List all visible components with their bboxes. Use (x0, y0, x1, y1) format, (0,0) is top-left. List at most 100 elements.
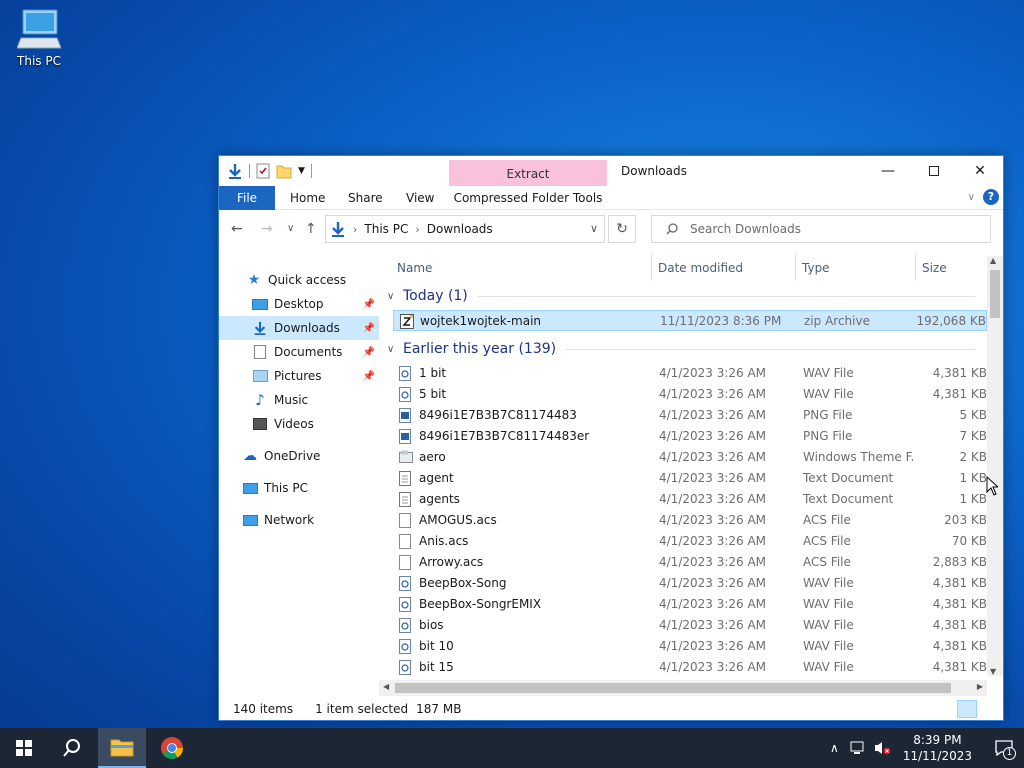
file-row[interactable]: AMOGUS.acs 4/1/2023 3:26 AM ACS File 203 KB (393, 510, 987, 531)
back-arrow-icon[interactable]: ← (231, 221, 243, 237)
file-row[interactable]: Anis.acs 4/1/2023 3:26 AM ACS File 70 KB (393, 531, 987, 552)
nav-music[interactable]: ♪ Music (219, 388, 379, 412)
file-date-modified: 4/1/2023 3:26 AM (659, 534, 767, 548)
start-button[interactable] (0, 728, 48, 768)
group-header-today[interactable]: ∨ Today (1) (385, 285, 975, 307)
scroll-thumb[interactable] (990, 270, 1000, 318)
music-note-icon: ♪ (255, 391, 265, 409)
nav-downloads[interactable]: Downloads 📌 (219, 316, 379, 340)
expand-ribbon-icon[interactable]: ∨ (968, 192, 975, 203)
file-row[interactable]: Arrowy.acs 4/1/2023 3:26 AM ACS File 2,883 … (393, 552, 987, 573)
file-size: 4,381 KB (932, 597, 987, 611)
tab-share[interactable]: Share (348, 186, 383, 210)
vertical-scrollbar[interactable]: ▲ ▼ (987, 256, 1003, 676)
collapse-chevron-icon[interactable]: ∨ (387, 291, 403, 302)
extract-context-tab[interactable]: Extract (449, 160, 607, 186)
file-date-modified: 4/1/2023 3:26 AM (659, 492, 767, 506)
scroll-up-icon[interactable]: ▲ (990, 256, 996, 265)
file-type: WAV File (803, 639, 854, 653)
forward-arrow-icon[interactable]: → (261, 221, 273, 237)
file-row[interactable]: 8496i1E7B3B7C81174483 4/1/2023 3:26 AM PNG… (393, 405, 987, 426)
nav-this-pc[interactable]: This PC (219, 476, 379, 500)
file-row[interactable]: wojtek1wojtek-main 11/11/2023 8:36 PM zip … (393, 310, 987, 331)
taskbar-file-explorer[interactable] (98, 728, 146, 768)
file-size: 4,381 KB (932, 660, 987, 674)
group-header-earlier-this-year[interactable]: ∨ Earlier this year (139) (385, 338, 975, 360)
nav-documents[interactable]: Documents 📌 (219, 340, 379, 364)
tab-file[interactable]: File (219, 186, 275, 210)
pin-icon[interactable]: 📌 (363, 371, 375, 382)
breadcrumb-chevron-icon[interactable]: › (353, 223, 357, 236)
pin-icon[interactable]: 📌 (363, 323, 375, 334)
file-date-modified: 4/1/2023 3:26 AM (659, 597, 767, 611)
tab-view[interactable]: View (406, 186, 434, 210)
pin-icon[interactable]: 📌 (363, 347, 375, 358)
nav-pictures[interactable]: Pictures 📌 (219, 364, 379, 388)
network-icon[interactable] (849, 740, 867, 756)
file-type: WAV File (803, 366, 854, 380)
notifications-button[interactable]: 1 (984, 728, 1024, 768)
column-header-size[interactable]: Size (922, 255, 947, 281)
breadcrumb-this-pc[interactable]: This PC (364, 222, 408, 236)
file-row[interactable]: BeepBox-Song 4/1/2023 3:26 AM WAV File 4,38… (393, 573, 987, 594)
taskbar-chrome[interactable] (148, 728, 196, 768)
scroll-thumb[interactable] (395, 683, 951, 693)
address-bar[interactable]: › This PC › Downloads ∨ (325, 215, 605, 243)
scroll-down-icon[interactable]: ▼ (990, 667, 996, 676)
nav-desktop[interactable]: Desktop 📌 (219, 292, 379, 316)
file-row[interactable]: bios 4/1/2023 3:26 AM WAV File 4,381 KB (393, 615, 987, 636)
clock[interactable]: 8:39 PM 11/11/2023 (903, 732, 972, 764)
file-row[interactable]: bit 15 4/1/2023 3:26 AM WAV File 4,381 KB (393, 657, 987, 678)
file-row[interactable]: bit 10 4/1/2023 3:26 AM WAV File 4,381 KB (393, 636, 987, 657)
file-size: 1 KB (959, 471, 987, 485)
horizontal-scrollbar[interactable]: ◀ ▶ (379, 680, 987, 696)
file-row[interactable]: 8496i1E7B3B7C81174483er 4/1/2023 3:26 AM P… (393, 426, 987, 447)
file-row[interactable]: BeepBox-SongrEMIX 4/1/2023 3:26 AM WAV Fil… (393, 594, 987, 615)
refresh-button[interactable]: ↻ (608, 215, 636, 243)
nav-network[interactable]: Network (219, 508, 379, 532)
column-header-name[interactable]: Name (397, 255, 432, 281)
taskbar: ∧ 8:39 PM 11/11/2023 1 (0, 728, 1024, 768)
column-header-date-modified[interactable]: Date modified (658, 255, 743, 281)
large-icons-view-button[interactable] (979, 700, 999, 718)
text-file-icon (399, 492, 411, 510)
nav-videos[interactable]: Videos (219, 412, 379, 436)
collapse-chevron-icon[interactable]: ∨ (387, 344, 403, 355)
search-button[interactable] (48, 728, 96, 768)
scroll-left-icon[interactable]: ◀ (383, 682, 389, 691)
close-button[interactable]: ✕ (957, 156, 1003, 186)
new-folder-icon[interactable] (276, 163, 292, 179)
file-row[interactable]: 1 bit 4/1/2023 3:26 AM WAV File 4,381 KB (393, 363, 987, 384)
file-size: 4,381 KB (932, 639, 987, 653)
qat-dropdown-icon[interactable]: ▼ (298, 166, 305, 176)
file-row[interactable]: aero 4/1/2023 3:26 AM Windows Theme F... 2 … (393, 447, 987, 468)
address-dropdown-icon[interactable]: ∨ (590, 222, 598, 235)
details-view-button[interactable] (957, 700, 977, 718)
minimize-button[interactable]: — (865, 156, 911, 186)
help-icon[interactable]: ? (983, 189, 999, 205)
windows-logo-icon (16, 740, 32, 756)
pin-icon[interactable]: 📌 (363, 299, 375, 310)
volume-muted-icon[interactable] (873, 740, 891, 756)
file-row[interactable]: agent 4/1/2023 3:26 AM Text Document 1 KB (393, 468, 987, 489)
file-row[interactable]: agents 4/1/2023 3:26 AM Text Document 1 KB (393, 489, 987, 510)
nav-quick-access[interactable]: ★ Quick access (219, 268, 379, 292)
breadcrumb-downloads[interactable]: Downloads (427, 222, 493, 236)
file-size: 1 KB (959, 492, 987, 506)
file-row[interactable]: 5 bit 4/1/2023 3:26 AM WAV File 4,381 KB (393, 384, 987, 405)
column-header-type[interactable]: Type (802, 255, 830, 281)
download-arrow-icon[interactable] (227, 163, 243, 179)
maximize-button[interactable] (911, 156, 957, 186)
up-arrow-icon[interactable]: ↑ (305, 221, 317, 237)
recent-locations-icon[interactable]: ∨ (287, 223, 294, 234)
search-input[interactable]: Search Downloads (651, 215, 991, 243)
show-hidden-icons-chevron-icon[interactable]: ∧ (830, 741, 839, 755)
nav-onedrive[interactable]: ☁ OneDrive (219, 444, 379, 468)
tab-home[interactable]: Home (290, 186, 325, 210)
tab-compressed-folder-tools[interactable]: Compressed Folder Tools (449, 186, 607, 210)
computer-icon (17, 9, 61, 49)
properties-icon[interactable] (256, 163, 270, 179)
scroll-right-icon[interactable]: ▶ (977, 682, 983, 691)
desktop-icon-this-pc[interactable]: This PC (10, 8, 68, 68)
breadcrumb-chevron-icon[interactable]: › (415, 223, 419, 236)
